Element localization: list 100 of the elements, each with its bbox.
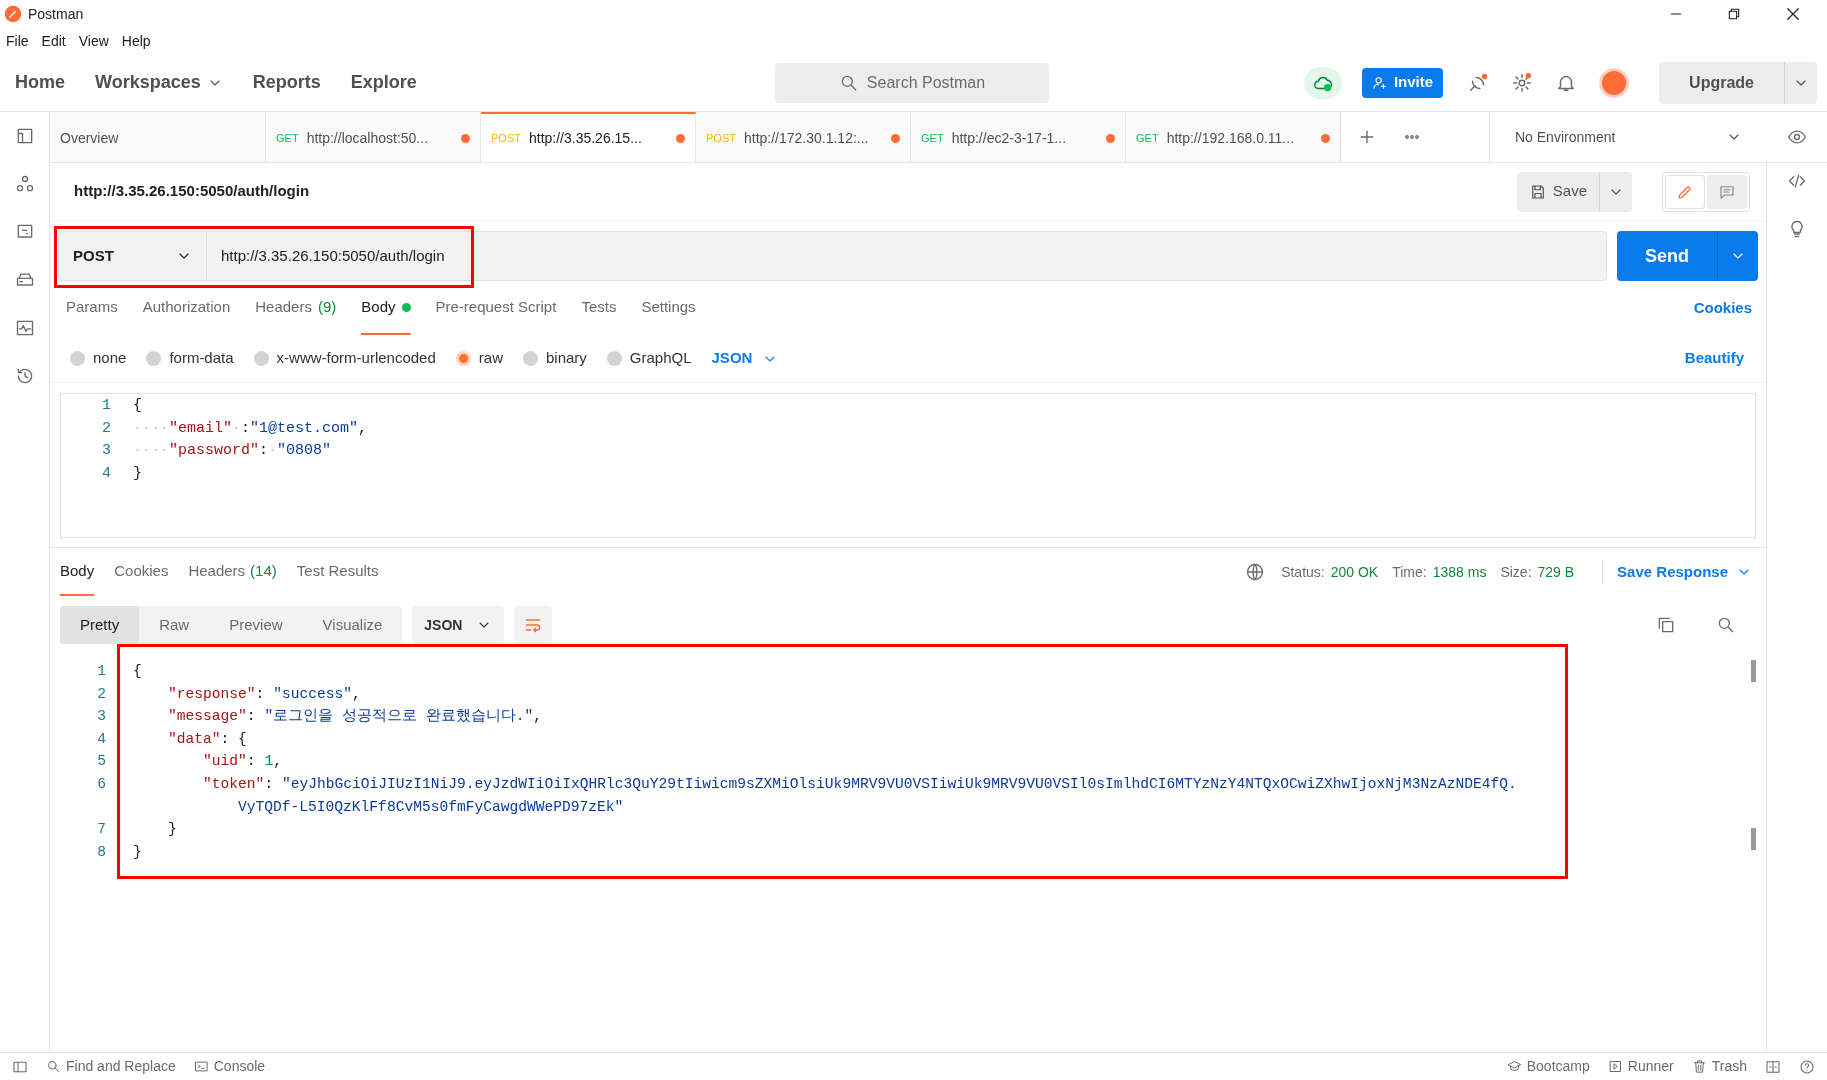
status-label: Time: bbox=[1392, 562, 1427, 582]
status-bar-button[interactable]: Bootcamp bbox=[1506, 1056, 1590, 1077]
code-editor[interactable]: 1 2 3 4 { ····"email"·:"1@test.com", ····"password":·"0808" } bbox=[60, 393, 1756, 538]
copy-icon[interactable] bbox=[1656, 615, 1676, 635]
menu-item[interactable]: Help bbox=[121, 30, 151, 52]
upgrade-button[interactable]: Upgrade bbox=[1659, 61, 1785, 104]
save-button[interactable]: Save bbox=[1516, 171, 1600, 212]
method-label: GET bbox=[1136, 130, 1159, 146]
nav-link[interactable]: Home bbox=[15, 69, 65, 96]
radio-button[interactable] bbox=[70, 351, 85, 366]
radio-button[interactable] bbox=[253, 351, 269, 366]
line-number: 1 bbox=[96, 662, 106, 681]
view-tab[interactable]: Visualize bbox=[302, 606, 403, 644]
request-option-tab[interactable]: Tests bbox=[581, 281, 617, 335]
request-tab[interactable]: GET http://192.168.0.11... bbox=[1126, 112, 1341, 162]
count-label: (14) bbox=[250, 560, 277, 581]
nav-link[interactable]: Reports bbox=[252, 69, 321, 96]
response-tab[interactable]: Body bbox=[60, 548, 95, 596]
send-button[interactable]: Send bbox=[1617, 231, 1718, 281]
response-tab[interactable]: Cookies bbox=[114, 548, 169, 596]
help-icon[interactable] bbox=[1799, 1058, 1815, 1075]
request-option-tab[interactable]: Headers (9) bbox=[255, 281, 337, 335]
environment-dropdown[interactable]: No Environment bbox=[1490, 112, 1767, 162]
beautify-link[interactable]: Beautify bbox=[1684, 347, 1744, 370]
comments-button[interactable] bbox=[1707, 174, 1747, 209]
body-type-option[interactable]: none bbox=[70, 347, 127, 370]
method-label: GET bbox=[276, 130, 299, 146]
nav-link[interactable]: Workspaces bbox=[95, 69, 223, 96]
search-field[interactable]: Search Postman bbox=[775, 62, 1049, 103]
view-tab[interactable]: Pretty bbox=[60, 606, 140, 644]
wrap-lines-button[interactable] bbox=[514, 606, 553, 644]
line-number: 3 bbox=[101, 441, 111, 461]
request-option-tab[interactable]: Authorization bbox=[142, 281, 231, 335]
body-type-option[interactable]: form-data bbox=[146, 347, 234, 370]
scrollbar-thumb[interactable] bbox=[1751, 828, 1756, 850]
request-tab[interactable]: GET http://localhost:50... bbox=[266, 112, 481, 162]
count-label: (9) bbox=[317, 296, 337, 317]
close-icon[interactable] bbox=[1784, 5, 1802, 23]
status-value: 1388 ms bbox=[1432, 562, 1487, 582]
code-line: } bbox=[133, 842, 143, 862]
request-tab[interactable]: POST http://172.30.1.12:... bbox=[696, 112, 911, 162]
request-option-tab[interactable]: Params bbox=[66, 281, 118, 335]
code-line: VyTQDf-L5I0QzKlFf8CvM5s0fmFyCawgdWWePD97zEk" bbox=[237, 797, 625, 817]
body-type-option[interactable]: raw bbox=[455, 347, 503, 370]
request-option-tab[interactable]: Body bbox=[361, 281, 411, 335]
response-tab[interactable]: Headers (14) bbox=[188, 548, 277, 596]
menu-item[interactable]: Edit bbox=[41, 30, 66, 52]
radio-button[interactable] bbox=[455, 351, 471, 366]
view-tab[interactable]: Raw bbox=[139, 606, 210, 644]
edit-mode-button[interactable] bbox=[1665, 174, 1705, 209]
graduation-cap-icon bbox=[1506, 1059, 1522, 1074]
radio-button[interactable] bbox=[606, 351, 622, 366]
status-bar-button[interactable]: Runner bbox=[1607, 1056, 1674, 1077]
code-line: ····"email"·:"1@test.com", bbox=[133, 418, 369, 439]
body-type-option[interactable]: x-www-form-urlencoded bbox=[253, 347, 436, 370]
status-bar-button[interactable]: Trash bbox=[1691, 1056, 1747, 1077]
terminal-icon bbox=[193, 1059, 209, 1074]
radio-button[interactable] bbox=[522, 351, 538, 366]
avatar[interactable] bbox=[1599, 67, 1630, 98]
body-type-option[interactable]: binary bbox=[522, 347, 587, 370]
line-number: 8 bbox=[96, 842, 106, 862]
language-dropdown[interactable]: JSON bbox=[711, 347, 779, 370]
request-option-tab[interactable]: Pre-request Script bbox=[435, 281, 557, 335]
satellite-icon[interactable] bbox=[1467, 71, 1490, 94]
code-line: "token": "eyJhbGciOiJIUzI1NiJ9.eyJzdWIiOiIxQHRlc3QuY29tIiwicm9sZXMiOlsiUk9MRV9VU0VSIiwiUk9MRV9VU0VSIl0sImlhdCI6MTYzNzY4NTQxOCwiZXhwIjoxNjM3NzAzNDE4fQ. bbox=[202, 774, 1517, 794]
response-tab[interactable]: Test Results bbox=[296, 548, 379, 596]
view-tab[interactable]: Preview bbox=[209, 606, 303, 644]
line-number: 5 bbox=[96, 752, 106, 772]
cookies-link[interactable]: Cookies bbox=[1693, 281, 1752, 335]
url-input[interactable]: http://3.35.26.150:5050/auth/login bbox=[207, 232, 1606, 280]
line-number: 4 bbox=[101, 463, 111, 484]
request-option-tab[interactable]: Settings bbox=[641, 281, 696, 335]
code-line: { bbox=[133, 662, 143, 681]
request-tab[interactable]: Overview bbox=[50, 112, 266, 162]
tab-title: http://172.30.1.12:... bbox=[743, 128, 870, 148]
search-icon[interactable] bbox=[1716, 615, 1736, 635]
restore-icon[interactable] bbox=[1726, 6, 1742, 22]
settings-icon[interactable] bbox=[1511, 71, 1534, 94]
request-tab[interactable]: GET http://ec2-3-17-1... bbox=[911, 112, 1126, 162]
body-type-option[interactable]: GraphQL bbox=[606, 347, 692, 370]
nav-link[interactable]: Explore bbox=[350, 69, 417, 96]
tab-title: http://192.168.0.11... bbox=[1166, 128, 1296, 148]
request-title: http://3.35.26.150:5050/auth/login bbox=[74, 181, 311, 202]
method-dropdown[interactable]: POST bbox=[59, 232, 207, 280]
format-dropdown[interactable]: JSON bbox=[412, 606, 505, 644]
menu-item[interactable]: View bbox=[78, 30, 109, 52]
two-pane-icon[interactable] bbox=[1765, 1058, 1781, 1075]
scrollbar-thumb[interactable] bbox=[1751, 660, 1756, 682]
status-bar-button[interactable]: Find and Replace bbox=[46, 1056, 176, 1077]
invite-button[interactable]: Invite bbox=[1361, 67, 1444, 98]
monitors-icon[interactable] bbox=[14, 318, 35, 338]
save-response-button[interactable]: Save Response bbox=[1602, 560, 1752, 584]
code-line: } bbox=[133, 463, 143, 484]
menu-item[interactable]: File bbox=[6, 30, 29, 52]
radio-button[interactable] bbox=[146, 351, 162, 366]
status-bar-button[interactable]: Console bbox=[193, 1056, 266, 1077]
apis-icon[interactable] bbox=[14, 174, 35, 194]
request-tab[interactable]: POST http://3.35.26.15... bbox=[481, 112, 696, 162]
status-value: 200 OK bbox=[1330, 562, 1379, 582]
tab-title: http://localhost:50... bbox=[306, 128, 430, 148]
